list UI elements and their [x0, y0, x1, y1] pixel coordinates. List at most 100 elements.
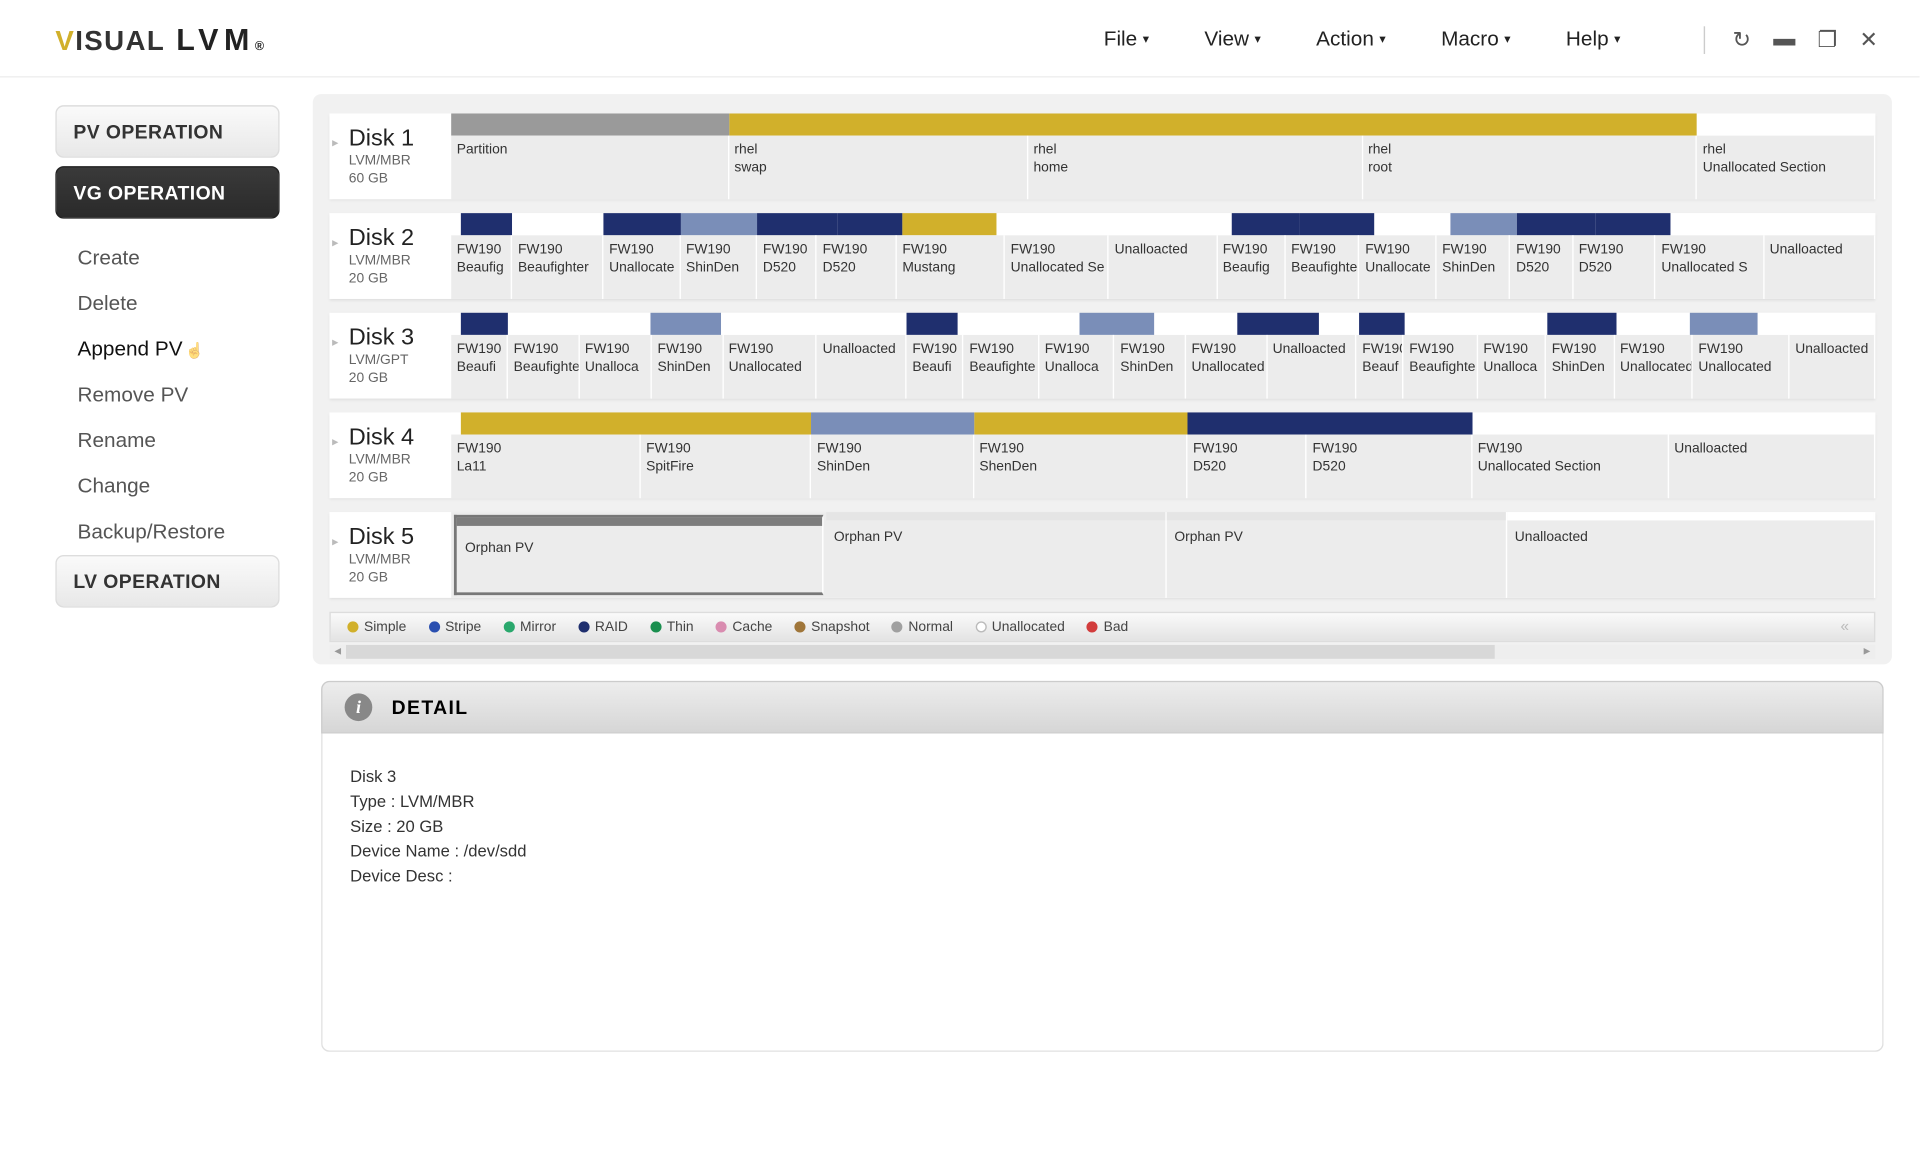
bar-segment[interactable] [451, 113, 729, 135]
disk-header[interactable]: ▸Disk 1LVM/MBR60 GB [329, 113, 451, 199]
partition-cell[interactable]: FW190ShinDen [680, 235, 757, 299]
partition-cell[interactable]: Unalloacted [1267, 335, 1357, 399]
partition-cell[interactable]: FW190ShenDen [974, 435, 1188, 499]
disk-header[interactable]: ▸Disk 3LVM/GPT20 GB [329, 313, 451, 399]
menu-macro[interactable]: Macro ▾ [1441, 28, 1511, 52]
lv-operation-button[interactable]: LV OPERATION [55, 555, 279, 608]
partition-cell[interactable]: FW190D520 [1573, 235, 1656, 299]
bar-segment[interactable] [1451, 213, 1517, 235]
partition-cell[interactable]: FW190D520 [1307, 435, 1472, 499]
partition-cell[interactable]: FW190D520 [757, 235, 817, 299]
partition-cell[interactable]: FW190Unalloca [1039, 335, 1114, 399]
bar-segment[interactable] [1360, 313, 1406, 335]
bar-segment[interactable] [907, 313, 958, 335]
partition-cell[interactable]: Orphan PV [1166, 520, 1505, 598]
bar-segment[interactable] [508, 313, 650, 335]
bar-segment[interactable] [651, 313, 722, 335]
bar-segment[interactable] [837, 213, 903, 235]
vg-item-remove-pv[interactable]: Remove PV [66, 372, 279, 418]
vg-item-append-pv[interactable]: Append PV☝ [66, 327, 279, 373]
partition-bar[interactable] [1166, 512, 1505, 520]
bar-segment[interactable] [1187, 412, 1472, 434]
partition-cell[interactable]: FW190Beaufi [451, 335, 508, 399]
partition-cell[interactable]: FW190SpitFire [641, 435, 812, 499]
bar-segment[interactable] [451, 313, 461, 335]
partition-cell[interactable]: FW190ShinDen [652, 335, 723, 399]
partition-cell[interactable]: rhelroot [1363, 136, 1698, 200]
bar-segment[interactable] [1405, 313, 1547, 335]
bar-segment[interactable] [997, 213, 1232, 235]
bar-segment[interactable] [451, 213, 461, 235]
bar-segment[interactable] [451, 412, 461, 434]
bar-segment[interactable] [722, 313, 907, 335]
bar-segment[interactable] [1670, 213, 1875, 235]
partition-cell[interactable]: FW190Beaufighter [512, 235, 603, 299]
partition-cell[interactable]: FW190Unallocated [723, 335, 817, 399]
partition-cell[interactable]: FW190Beaufighte [964, 335, 1039, 399]
bar-segment[interactable] [1079, 313, 1154, 335]
menu-view[interactable]: View ▾ [1204, 28, 1260, 52]
partition-cell[interactable]: FW190Unalloca [1478, 335, 1546, 399]
disk-scrollbar[interactable]: ◄► [329, 645, 1875, 659]
expand-arrow-icon[interactable]: ▸ [332, 235, 338, 250]
bar-segment[interactable] [1516, 213, 1596, 235]
partition-cell[interactable]: FW190La11 [451, 435, 640, 499]
partition-cell[interactable]: Partition [451, 136, 729, 200]
expand-arrow-icon[interactable]: ▸ [332, 435, 338, 450]
disk-row[interactable]: ▸Disk 2LVM/MBR20 GBFW190BeaufigFW190Beau… [329, 213, 1875, 299]
partition-cell[interactable]: FW190Beaufig [451, 235, 512, 299]
bar-segment[interactable] [1596, 213, 1670, 235]
partition-bar[interactable] [826, 512, 1165, 520]
partition-cell[interactable]: Unalloacted [817, 335, 907, 399]
partition-cell[interactable]: FW190Unalloca [579, 335, 652, 399]
bar-segment[interactable] [512, 213, 603, 235]
bar-segment[interactable] [1472, 412, 1875, 434]
partition-cell[interactable]: Unalloacted [1109, 235, 1217, 299]
vg-operation-button[interactable]: VG OPERATION [55, 166, 279, 219]
disk-row[interactable]: ▸Disk 3LVM/GPT20 GBFW190BeaufiFW190Beauf… [329, 313, 1875, 399]
bar-segment[interactable] [1697, 113, 1875, 135]
bar-segment[interactable] [1318, 313, 1359, 335]
bar-segment[interactable] [903, 213, 997, 235]
partition-cell[interactable]: FW190Unallocated [1615, 335, 1693, 399]
vg-item-change[interactable]: Change [66, 464, 279, 510]
partition-cell[interactable]: FW190Unallocate [604, 235, 681, 299]
pv-operation-button[interactable]: PV OPERATION [55, 105, 279, 158]
partition-cell[interactable]: Orphan PV [457, 526, 822, 592]
partition-cell[interactable]: FW190Beauf [1357, 335, 1404, 399]
partition-cell[interactable]: Unalloacted [1506, 520, 1873, 598]
partition-cell[interactable]: rhelhome [1028, 136, 1363, 200]
legend-collapse-icon[interactable]: « [1832, 619, 1857, 636]
disk-row[interactable]: ▸Disk 5LVM/MBR20 GBOrphan PVOrphan PVOrp… [329, 512, 1875, 598]
bar-segment[interactable] [1237, 313, 1318, 335]
bar-segment[interactable] [1232, 213, 1300, 235]
bar-segment[interactable] [729, 113, 1697, 135]
bar-segment[interactable] [811, 412, 973, 434]
partition-cell[interactable]: FW190D520 [817, 235, 897, 299]
partition-cell[interactable]: FW190Mustang [897, 235, 1005, 299]
partition-cell[interactable]: rhelswap [729, 136, 1028, 200]
disk-header[interactable]: ▸Disk 4LVM/MBR20 GB [329, 412, 451, 498]
partition-cell[interactable]: FW190Unallocated Section [1472, 435, 1669, 499]
bar-segment[interactable] [1155, 313, 1238, 335]
menu-help[interactable]: Help ▾ [1566, 28, 1621, 52]
vg-item-create[interactable]: Create [66, 235, 279, 281]
partition-cell[interactable]: FW190D520 [1187, 435, 1307, 499]
partition-cell[interactable]: FW190ShinDen [811, 435, 973, 499]
partition-cell[interactable]: FW190D520 [1511, 235, 1574, 299]
partition-cell[interactable]: FW190Beaufighte [1404, 335, 1478, 399]
vg-item-backup-restore[interactable]: Backup/Restore [66, 509, 279, 555]
partition-cell[interactable]: FW190Unallocate [1360, 235, 1437, 299]
partition-cell[interactable]: FW190Beaufighte [508, 335, 579, 399]
menu-action[interactable]: Action ▾ [1316, 28, 1386, 52]
expand-arrow-icon[interactable]: ▸ [332, 335, 338, 350]
bar-segment[interactable] [1616, 313, 1690, 335]
expand-arrow-icon[interactable]: ▸ [332, 136, 338, 151]
vg-item-delete[interactable]: Delete [66, 281, 279, 327]
menu-file[interactable]: File ▾ [1104, 28, 1149, 52]
partition-cell[interactable]: Unalloacted [1790, 335, 1875, 399]
partition-cell[interactable]: FW190Beaufig [1217, 235, 1285, 299]
minimize-icon[interactable]: ▬ [1773, 27, 1795, 52]
partition-cell[interactable]: FW190Beaufighter [1286, 235, 1360, 299]
partition-cell[interactable]: FW190ShinDen [1437, 235, 1511, 299]
